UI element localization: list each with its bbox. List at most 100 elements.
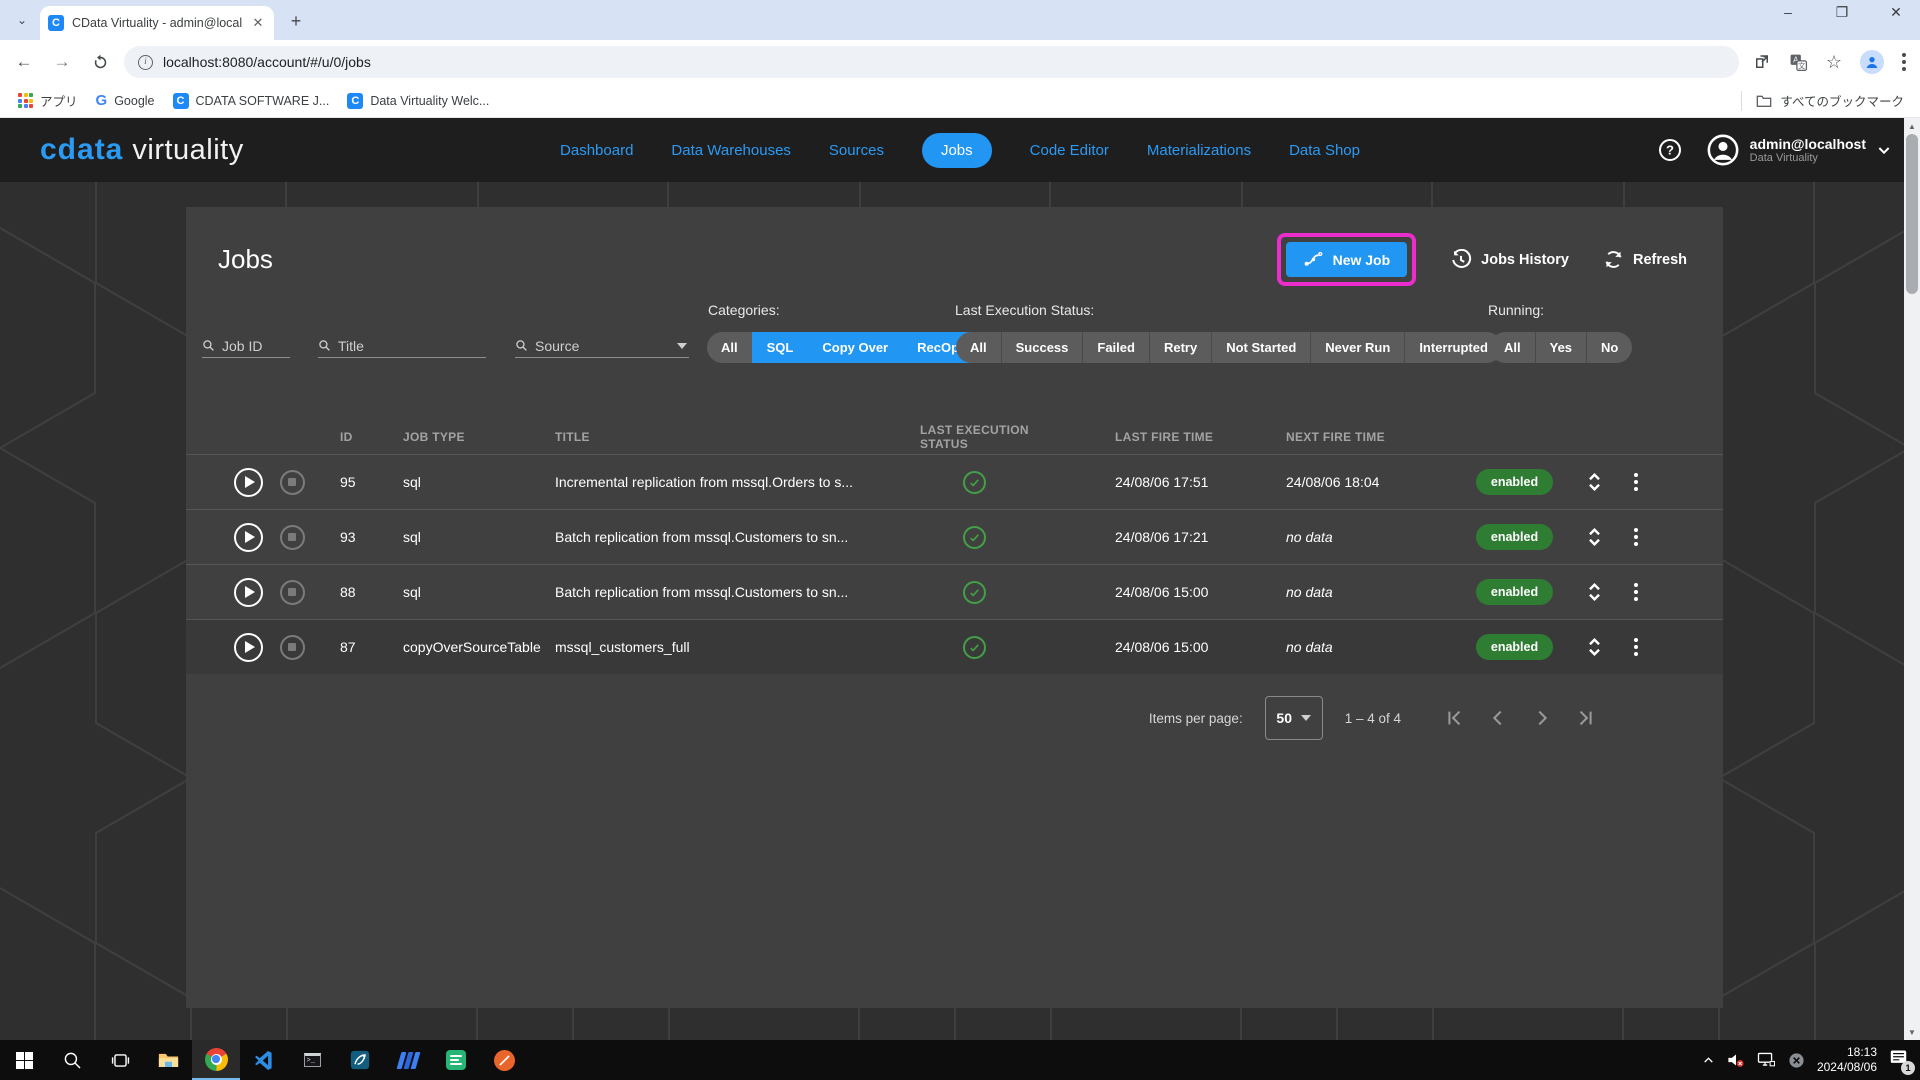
translate-icon[interactable]: A文 — [1789, 53, 1808, 72]
muted-speaker-icon[interactable] — [1727, 1052, 1745, 1068]
chip-les-never-run[interactable]: Never Run — [1310, 332, 1404, 363]
chip-les-not-started[interactable]: Not Started — [1211, 332, 1310, 363]
restore-button[interactable]: ❐ — [1832, 4, 1852, 21]
stack-app-taskbar-button[interactable] — [384, 1040, 432, 1080]
source-select-input[interactable] — [515, 334, 689, 358]
profile-avatar[interactable] — [1860, 50, 1884, 74]
forward-button[interactable]: → — [48, 48, 76, 76]
row-menu-button[interactable] — [1616, 620, 1656, 674]
chip-les-failed[interactable]: Failed — [1082, 332, 1149, 363]
vertical-scrollbar[interactable]: ▲ ▼ — [1904, 118, 1920, 1040]
row-menu-button[interactable] — [1616, 455, 1656, 509]
minimize-button[interactable]: – — [1778, 4, 1798, 21]
run-job-button[interactable] — [226, 455, 270, 509]
chip-running-no[interactable]: No — [1586, 332, 1632, 363]
job-id-input[interactable] — [202, 334, 290, 358]
back-button[interactable]: ← — [10, 48, 38, 76]
terminal-taskbar-button[interactable]: >_ — [288, 1040, 336, 1080]
browser-tab[interactable]: C CData Virtuality - admin@locall ✕ — [40, 6, 274, 40]
start-button[interactable] — [0, 1040, 48, 1080]
nav-item-jobs[interactable]: Jobs — [922, 133, 992, 168]
bookmark-star-icon[interactable]: ☆ — [1826, 52, 1842, 73]
refresh-button[interactable]: Refresh — [1603, 249, 1687, 270]
job-id-filter[interactable] — [202, 334, 290, 364]
jobs-history-button[interactable]: Jobs History — [1450, 249, 1569, 271]
chip-categories-copy-over[interactable]: Copy Over — [807, 332, 902, 363]
status-x-icon[interactable] — [1788, 1052, 1805, 1069]
chrome-taskbar-button[interactable] — [192, 1040, 240, 1080]
reorder-button[interactable] — [1572, 620, 1616, 674]
tray-expand-chevron-icon[interactable] — [1702, 1054, 1715, 1067]
task-view-button[interactable] — [96, 1040, 144, 1080]
row-menu-button[interactable] — [1616, 565, 1656, 619]
scrollbar-thumb[interactable] — [1906, 134, 1918, 294]
vscode-taskbar-button[interactable] — [240, 1040, 288, 1080]
nav-item-data-shop[interactable]: Data Shop — [1289, 142, 1360, 159]
chip-categories-all[interactable]: All — [707, 332, 752, 363]
tab-search-chevron-icon[interactable]: ⌄ — [8, 6, 36, 34]
notification-center-button[interactable]: 1 — [1889, 1049, 1908, 1071]
chip-running-yes[interactable]: Yes — [1535, 332, 1586, 363]
orange-app-taskbar-button[interactable] — [480, 1040, 528, 1080]
bookmark-apps[interactable]: アプリ — [18, 91, 78, 110]
reorder-button[interactable] — [1572, 510, 1616, 564]
title-input[interactable] — [318, 334, 486, 358]
chip-les-interrupted[interactable]: Interrupted — [1404, 332, 1502, 363]
tab-close-icon[interactable]: ✕ — [250, 15, 266, 31]
chip-les-retry[interactable]: Retry — [1149, 332, 1211, 363]
reload-button[interactable] — [86, 48, 114, 76]
scroll-up-arrow[interactable]: ▲ — [1904, 118, 1920, 134]
scroll-down-arrow[interactable]: ▼ — [1904, 1024, 1920, 1040]
stop-job-button[interactable] — [270, 565, 314, 619]
close-button[interactable]: ✕ — [1886, 4, 1906, 21]
source-filter[interactable] — [515, 334, 689, 364]
chip-les-all[interactable]: All — [956, 332, 1001, 363]
share-icon[interactable] — [1753, 53, 1771, 71]
previous-page-button[interactable] — [1481, 707, 1515, 729]
user-menu[interactable]: admin@localhost Data Virtuality — [1706, 133, 1892, 167]
new-job-button[interactable]: New Job — [1286, 242, 1408, 277]
first-page-button[interactable] — [1437, 707, 1471, 729]
row-menu-button[interactable] — [1616, 510, 1656, 564]
run-job-button[interactable] — [226, 620, 270, 674]
next-page-button[interactable] — [1525, 707, 1559, 729]
cell-title[interactable]: Incremental replication from mssql.Order… — [542, 474, 907, 490]
page-info-icon[interactable]: i — [138, 55, 153, 70]
reorder-button[interactable] — [1572, 565, 1616, 619]
bookmark-google[interactable]: G Google — [96, 92, 155, 109]
run-job-button[interactable] — [226, 510, 270, 564]
url-bar[interactable]: i localhost:8080/account/#/u/0/jobs — [124, 46, 1739, 78]
url-text[interactable]: localhost:8080/account/#/u/0/jobs — [163, 54, 371, 70]
help-icon[interactable]: ? — [1658, 138, 1682, 162]
file-explorer-button[interactable] — [144, 1040, 192, 1080]
db-tool-taskbar-button[interactable] — [336, 1040, 384, 1080]
clock[interactable]: 18:13 2024/08/06 — [1817, 1045, 1877, 1075]
cell-title[interactable]: Batch replication from mssql.Customers t… — [542, 529, 907, 545]
nav-item-code-editor[interactable]: Code Editor — [1030, 142, 1109, 159]
cell-title[interactable]: Batch replication from mssql.Customers t… — [542, 584, 907, 600]
log-viewer-taskbar-button[interactable] — [432, 1040, 480, 1080]
dropdown-arrow-icon[interactable] — [677, 343, 687, 349]
nav-item-dashboard[interactable]: Dashboard — [560, 142, 633, 159]
new-tab-button[interactable]: + — [282, 7, 310, 35]
chip-running-all[interactable]: All — [1490, 332, 1535, 363]
nav-item-sources[interactable]: Sources — [829, 142, 884, 159]
title-filter[interactable] — [318, 334, 486, 364]
last-page-button[interactable] — [1569, 707, 1603, 729]
stop-job-button[interactable] — [270, 510, 314, 564]
page-size-select[interactable]: 50 — [1265, 696, 1323, 740]
nav-item-data-warehouses[interactable]: Data Warehouses — [671, 142, 791, 159]
stop-job-button[interactable] — [270, 455, 314, 509]
taskbar-search-button[interactable] — [48, 1040, 96, 1080]
bookmark-cdata[interactable]: C CDATA SOFTWARE J... — [173, 93, 330, 109]
cell-title[interactable]: mssql_customers_full — [542, 639, 907, 655]
chip-les-success[interactable]: Success — [1001, 332, 1083, 363]
reorder-button[interactable] — [1572, 455, 1616, 509]
run-job-button[interactable] — [226, 565, 270, 619]
bookmark-data-virtuality[interactable]: C Data Virtuality Welc... — [347, 93, 489, 109]
all-bookmarks-button[interactable]: すべてのブックマーク — [1741, 91, 1904, 111]
network-icon[interactable] — [1757, 1052, 1776, 1068]
stop-job-button[interactable] — [270, 620, 314, 674]
chip-categories-sql[interactable]: SQL — [752, 332, 808, 363]
browser-menu-icon[interactable] — [1902, 53, 1906, 71]
